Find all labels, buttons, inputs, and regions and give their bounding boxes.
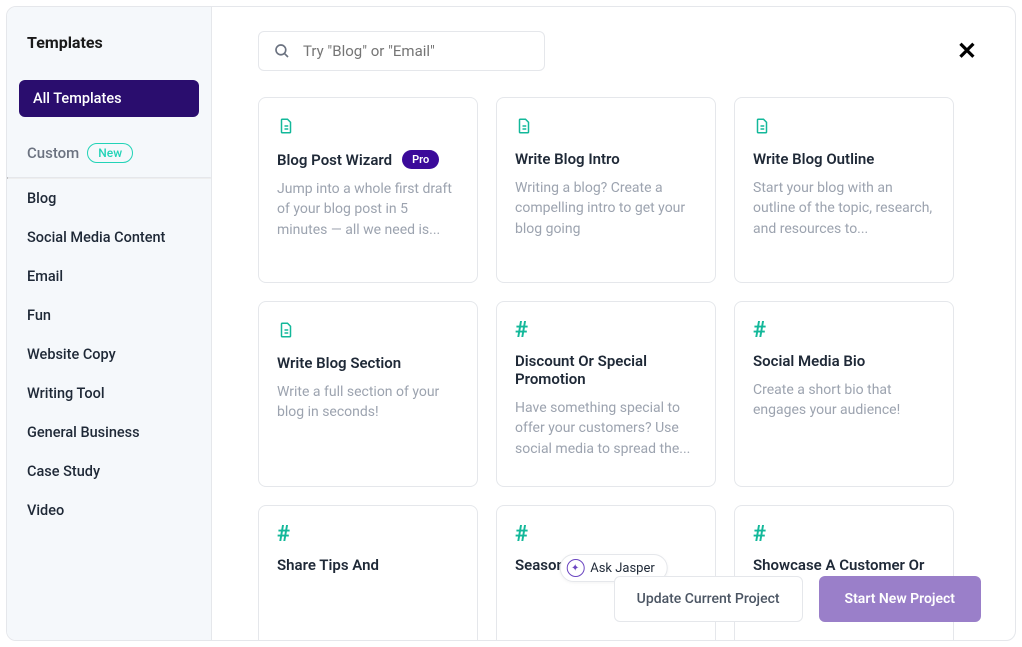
hash-icon: # — [753, 320, 935, 342]
ask-jasper-label: Ask Jasper — [590, 561, 655, 576]
card-description: Create a short bio that engages your aud… — [753, 380, 935, 421]
sidebar-item-custom[interactable]: Custom New — [7, 135, 211, 177]
template-card[interactable]: # Discount Or Special Promotion Have somet… — [496, 301, 716, 487]
hash-icon: # — [515, 320, 697, 342]
doc-icon — [277, 116, 459, 140]
hash-icon: # — [277, 524, 459, 546]
card-title: Write Blog Section — [277, 354, 401, 372]
card-title-row: Blog Post Wizard Pro — [277, 150, 459, 169]
sidebar-item-video[interactable]: Video — [7, 491, 211, 530]
custom-label: Custom — [27, 144, 79, 162]
templates-modal: Templates All Templates Custom New Blog … — [6, 6, 1016, 641]
card-title-row: Write Blog Intro — [515, 150, 697, 168]
template-card[interactable]: # Social Media Bio Create a short bio that… — [734, 301, 954, 487]
sidebar-item-social-media[interactable]: Social Media Content — [7, 218, 211, 257]
template-card[interactable]: Write Blog Section Write a full section o… — [258, 301, 478, 487]
card-description: Have something special to offer your cus… — [515, 398, 697, 459]
update-project-button[interactable]: Update Current Project — [614, 576, 803, 622]
card-title: Social Media Bio — [753, 352, 865, 370]
card-title-row: Social Media Bio — [753, 352, 935, 370]
card-title-row: Discount Or Special Promotion — [515, 352, 697, 388]
footer-actions: Update Current Project Start New Project — [614, 576, 981, 622]
top-row: ✕ — [212, 7, 1015, 83]
close-button[interactable]: ✕ — [957, 39, 977, 63]
hash-icon: # — [515, 524, 697, 546]
main-panel: ✕ Blog Post Wizard Pro Jump into a whole f… — [212, 7, 1015, 640]
card-title: Share Tips And — [277, 556, 379, 574]
new-badge: New — [87, 143, 133, 163]
doc-icon — [515, 116, 697, 140]
hash-icon: # — [753, 320, 935, 342]
hash-icon: # — [515, 524, 697, 546]
sidebar-item-all-templates[interactable]: All Templates — [19, 80, 199, 117]
template-card[interactable]: Write Blog Outline Start your blog with a… — [734, 97, 954, 283]
sidebar-item-email[interactable]: Email — [7, 257, 211, 296]
sidebar-item-fun[interactable]: Fun — [7, 296, 211, 335]
card-title: Discount Or Special Promotion — [515, 352, 697, 388]
sidebar-title: Templates — [7, 7, 211, 80]
hash-icon: # — [753, 524, 935, 546]
card-title-row: Write Blog Section — [277, 354, 459, 372]
card-description: Start your blog with an outline of the t… — [753, 178, 935, 239]
start-new-project-button[interactable]: Start New Project — [819, 576, 981, 622]
pro-badge: Pro — [402, 150, 439, 169]
card-description: Write a full section of your blog in sec… — [277, 382, 459, 423]
card-description: Writing a blog? Create a compelling intr… — [515, 178, 697, 239]
doc-icon — [277, 320, 459, 344]
sidebar-item-case-study[interactable]: Case Study — [7, 452, 211, 491]
card-title: Write Blog Outline — [753, 150, 874, 168]
search-icon — [273, 42, 291, 60]
card-title: Blog Post Wizard — [277, 151, 392, 169]
template-card[interactable]: Write Blog Intro Writing a blog? Create a… — [496, 97, 716, 283]
template-card[interactable]: # Share Tips And — [258, 505, 478, 640]
chat-bubble-icon: ✦ — [566, 559, 584, 577]
search-input[interactable] — [303, 42, 530, 60]
card-title-row: Showcase A Customer Or — [753, 556, 935, 574]
sidebar-item-general-business[interactable]: General Business — [7, 413, 211, 452]
card-description: Jump into a whole first draft of your bl… — [277, 179, 459, 240]
sidebar: Templates All Templates Custom New Blog … — [7, 7, 212, 640]
sidebar-item-writing-tool[interactable]: Writing Tool — [7, 374, 211, 413]
sidebar-item-blog[interactable]: Blog — [7, 179, 211, 218]
search-box[interactable] — [258, 31, 545, 71]
card-title-row: Write Blog Outline — [753, 150, 935, 168]
card-title-row: Share Tips And — [277, 556, 459, 574]
sidebar-item-website-copy[interactable]: Website Copy — [7, 335, 211, 374]
card-title: Write Blog Intro — [515, 150, 620, 168]
hash-icon: # — [277, 524, 459, 546]
hash-icon: # — [515, 320, 697, 342]
template-card[interactable]: Blog Post Wizard Pro Jump into a whole fir… — [258, 97, 478, 283]
card-title: Showcase A Customer Or — [753, 556, 924, 574]
hash-icon: # — [753, 524, 935, 546]
doc-icon — [753, 116, 935, 140]
